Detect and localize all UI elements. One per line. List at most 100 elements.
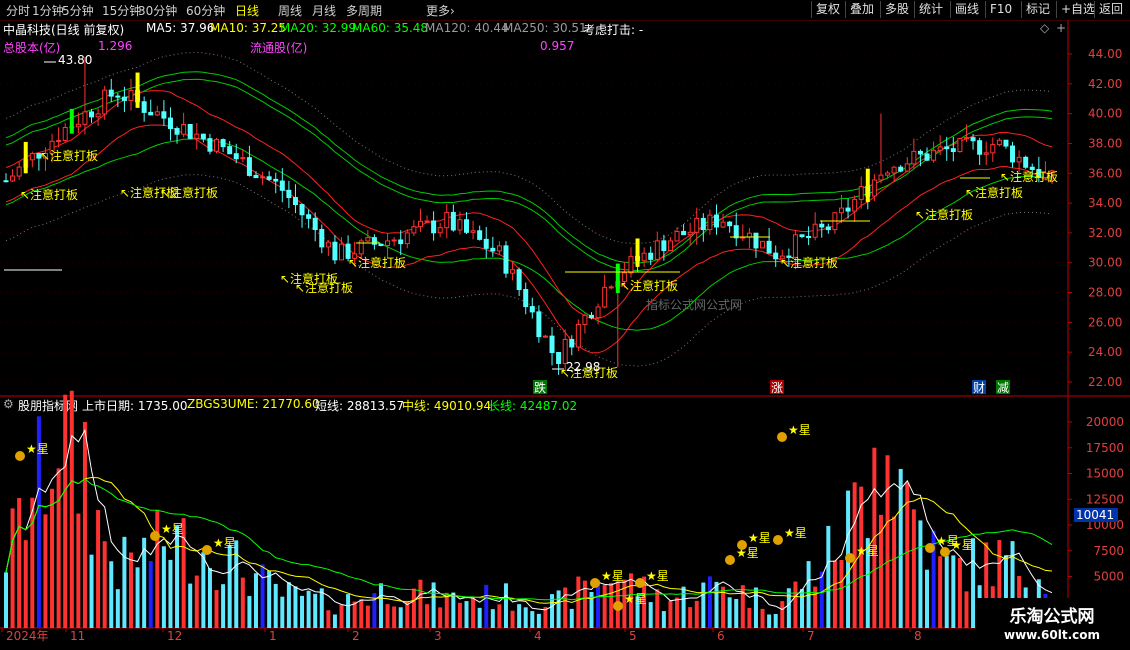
volume-bar [247,596,252,628]
candle-body [838,207,844,214]
period-tab-7[interactable]: 周线 [278,2,302,19]
volume-bar [734,599,739,628]
candle-body [450,211,456,231]
candle [503,241,509,278]
candle-body [924,153,930,161]
candle-body [89,111,95,118]
candle [161,100,167,126]
zhuyi-annotation: ↖注意打板 [965,185,1023,200]
candle [292,184,298,214]
volume-bar [760,608,765,628]
volume-bar [707,576,712,628]
candle-body [424,220,430,223]
volume-bar [523,607,528,628]
candle [713,204,719,235]
volume-bar [773,613,778,628]
star-marker: ★星 [951,538,974,552]
volume-bar [339,604,344,628]
toolbar-button-8[interactable]: 返回 [1094,1,1127,18]
volume-bar [767,614,772,628]
volume-bar [313,593,318,628]
signal-bar [635,238,640,267]
time-label: 7 [807,629,815,643]
period-tab-9[interactable]: 多周期 [346,2,382,19]
volume-bar [30,497,35,628]
cai-tag: 财 [973,381,985,395]
period-tab-3[interactable]: 15分钟 [102,2,141,19]
period-tab-4[interactable]: 30分钟 [138,2,177,19]
price-tick-label: 38.00 [1088,136,1122,150]
toolbar-button-2[interactable]: 多股 [880,1,913,18]
candle-body [806,236,812,239]
candle-body [523,289,529,308]
candle [957,137,963,153]
star-marker: ★星 [624,592,647,606]
candle [1003,139,1009,149]
toolbar-button-4[interactable]: 画线 [950,1,983,18]
star-marker: ★星 [161,522,184,536]
toolbar-button-0[interactable]: 复权 [811,1,844,18]
outer-dotted-band [5,51,1053,245]
candle [207,133,213,155]
candle [1023,155,1029,169]
candle [450,204,456,232]
volume-bar [161,546,166,628]
toolbar-button-1[interactable]: 叠加 [845,1,878,18]
period-tab-0[interactable]: 分时 [6,2,30,19]
candle [977,137,983,165]
candle-body [753,232,759,249]
toolbar-button-3[interactable]: 统计 [914,1,947,18]
price-tick-label: 32.00 [1088,226,1122,240]
period-tab-6[interactable]: 日线 [235,2,259,19]
period-tab-5[interactable]: 60分钟 [186,2,225,19]
period-tab-10[interactable]: 更多› [426,2,455,19]
candle-body [970,137,976,142]
volume-tick-label: 20000 [1086,415,1124,429]
money-bag-icon [773,535,783,545]
candle [681,224,687,236]
candle [3,173,9,183]
candle-body [128,89,134,102]
candle [220,138,226,153]
upper-green-band-2 [5,78,1053,272]
period-tab-2[interactable]: 5分钟 [62,2,94,19]
volume-bar [681,586,686,628]
volume-bar [267,570,272,628]
time-label: 2024年 [6,629,49,643]
volume-bar [102,541,107,628]
candle [266,171,272,182]
candle [871,174,877,202]
volume-bar [194,575,199,628]
candle [523,282,529,315]
candle-body [944,146,950,150]
candle [760,240,766,249]
candle-body [713,214,719,228]
period-tab-8[interactable]: 月线 [312,2,336,19]
volume-bar [319,588,324,628]
zhuyi-annotation: ↖注意打板 [915,207,973,222]
money-bag-icon [777,432,787,442]
price-tick-label: 40.00 [1088,107,1122,121]
min-price-label: 22.98 [566,360,600,374]
candle [181,112,187,138]
star-marker: ★星 [788,423,811,437]
candle [404,229,410,249]
toolbar-button-6[interactable]: 标记 [1021,1,1054,18]
candle-body [917,150,923,155]
candle-body [227,146,233,155]
money-bag-icon [150,531,160,541]
candle-body [1010,145,1016,163]
toolbar-button-5[interactable]: F10 [985,1,1016,18]
candle [89,108,95,123]
toolbar-button-7[interactable]: +自选 [1056,1,1099,18]
price-volume-chart[interactable]: 22.00 24.00 26.00 28.00 30.00 32.00 34.00 36.00… [0,20,1130,650]
volume-bar [306,590,311,628]
candle [990,137,996,162]
candle [141,96,147,122]
volume-bar [898,468,903,628]
volume-bar [957,558,962,628]
volume-bar [688,607,693,628]
candle-body [536,311,542,338]
period-tab-1[interactable]: 1分钟 [32,2,64,19]
volume-tick-label: 15000 [1086,467,1124,481]
